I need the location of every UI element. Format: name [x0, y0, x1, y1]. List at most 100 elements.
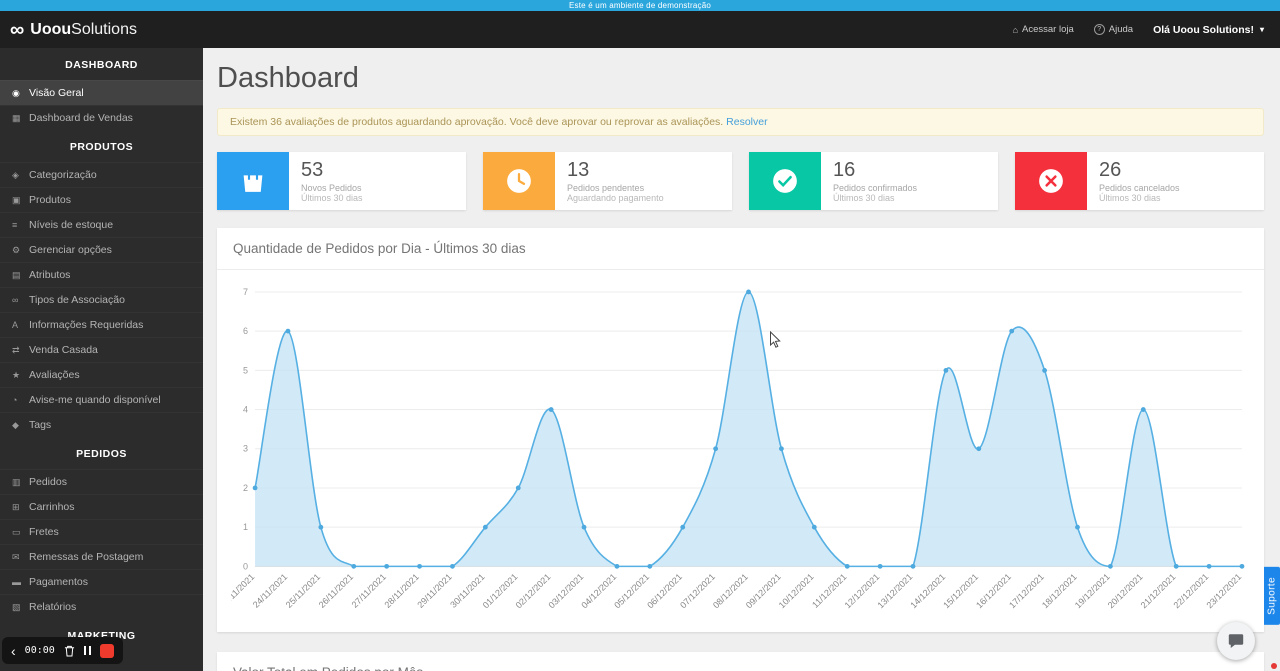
monthly-total-title: Valor Total em Pedidos por Mês	[217, 652, 1264, 671]
svg-text:1: 1	[243, 522, 248, 532]
svg-text:29/11/2021: 29/11/2021	[415, 572, 454, 610]
collapse-chevron-icon[interactable]: ‹	[11, 644, 16, 658]
stat-sublabel: Últimos 30 dias	[301, 193, 363, 203]
sidebar-item-label: Categorização	[29, 169, 97, 181]
sidebar-item-relatorios[interactable]: ▧Relatórios	[0, 594, 203, 619]
sidebar-item-atributos[interactable]: ▤Atributos	[0, 262, 203, 287]
svg-text:0: 0	[243, 561, 248, 571]
list-icon: ▤	[12, 270, 29, 281]
user-menu[interactable]: Olá Uoou Solutions! ▾	[1153, 24, 1264, 36]
stat-value: 26	[1099, 159, 1180, 182]
sidebar-item-tags[interactable]: ◆Tags	[0, 412, 203, 437]
sidebar-item-pagamentos[interactable]: ▬Pagamentos	[0, 569, 203, 594]
tag-icon: ◆	[12, 420, 29, 431]
chart-icon: ▦	[12, 113, 29, 124]
sidebar-item-dashboard-de-vendas[interactable]: ▦Dashboard de Vendas	[0, 105, 203, 130]
svg-text:4: 4	[243, 405, 248, 415]
sidebar-item-fretes[interactable]: ▭Fretes	[0, 519, 203, 544]
logo-text: UoouSolutions	[30, 21, 137, 39]
sidebar-item-label: Relatórios	[29, 601, 76, 613]
sidebar-item-informacoes-requeridas[interactable]: AInformações Requeridas	[0, 312, 203, 337]
sidebar-item-label: Dashboard de Vendas	[29, 112, 133, 124]
cart-icon: ⊞	[12, 502, 29, 513]
sidebar-item-gerenciar-opcoes[interactable]: ⚙Gerenciar opções	[0, 237, 203, 262]
header-actions: ⌂ Acessar loja ? Ajuda Olá Uoou Solution…	[1013, 24, 1264, 36]
main-content: Dashboard Existem 36 avaliações de produ…	[203, 48, 1280, 671]
clipboard-icon: ▥	[12, 477, 29, 488]
eye-icon: ◉	[12, 88, 29, 99]
user-greeting: Olá Uoou Solutions!	[1153, 24, 1254, 36]
chat-widget-button[interactable]	[1217, 622, 1255, 660]
stat-label: Novos Pedidos	[301, 183, 363, 193]
svg-text:3: 3	[243, 444, 248, 454]
chat-icon	[1227, 632, 1245, 650]
app-header: ∞ UoouSolutions ⌂ Acessar loja ? Ajuda O…	[0, 11, 1280, 48]
font-icon: A	[12, 320, 29, 330]
sidebar-item-label: Avise-me quando disponível	[29, 394, 161, 406]
stat-body: 16Pedidos confirmadosÚltimos 30 dias	[821, 152, 929, 210]
sidebar-section-pedidos: PEDIDOS	[0, 437, 203, 469]
screen-recorder-bar: ‹ 00:00	[2, 637, 123, 664]
svg-text:25/11/2021: 25/11/2021	[284, 572, 323, 610]
pause-recording-button[interactable]	[84, 646, 92, 655]
stat-body: 53Novos PedidosÚltimos 30 dias	[289, 152, 375, 210]
help-link[interactable]: ? Ajuda	[1094, 24, 1133, 35]
sidebar-item-remessas-de-postagem[interactable]: ✉Remessas de Postagem	[0, 544, 203, 569]
sidebar-item-visao-geral[interactable]: ◉Visão Geral	[0, 80, 203, 105]
stat-label: Pedidos pendentes	[567, 183, 664, 193]
sidebar-item-label: Informações Requeridas	[29, 319, 143, 331]
stat-card-pedidos-pendentes: 13Pedidos pendentesAguardando pagamento	[483, 152, 732, 210]
svg-text:5: 5	[243, 365, 248, 375]
sidebar-item-label: Avaliações	[29, 369, 80, 381]
stat-body: 26Pedidos canceladosÚltimos 30 dias	[1087, 152, 1192, 210]
x-circle-icon	[1015, 152, 1087, 210]
sidebar-item-avaliacoes[interactable]: ★Avaliações	[0, 362, 203, 387]
recording-indicator-dot	[1271, 663, 1277, 669]
orders-chart-area: 0123456723/11/202124/11/202125/11/202126…	[217, 270, 1264, 632]
stop-recording-button[interactable]	[100, 644, 114, 658]
support-tab[interactable]: Suporte	[1264, 567, 1280, 625]
sidebar-section-dashboard: DASHBOARD	[0, 48, 203, 80]
sidebar-item-avise-me-quando-disponivel[interactable]: ◔Avise-me quando disponível	[0, 387, 203, 412]
sidebar-item-tipos-de-associacao[interactable]: ∞Tipos de Associação	[0, 287, 203, 312]
sidebar-item-label: Venda Casada	[29, 344, 98, 356]
svg-text:10/12/2021: 10/12/2021	[777, 572, 816, 611]
sidebar-item-label: Visão Geral	[29, 87, 84, 99]
sidebar-item-carrinhos[interactable]: ⊞Carrinhos	[0, 494, 203, 519]
check-circle-icon	[749, 152, 821, 210]
stat-value: 53	[301, 159, 363, 182]
stats-row: 53Novos PedidosÚltimos 30 dias13Pedidos …	[217, 152, 1264, 210]
logo[interactable]: ∞ UoouSolutions	[10, 20, 137, 40]
store-icon: ⌂	[1013, 25, 1018, 35]
sidebar-item-produtos[interactable]: ▣Produtos	[0, 187, 203, 212]
svg-text:2: 2	[243, 483, 248, 493]
store-link-label: Acessar loja	[1022, 24, 1074, 35]
sidebar-item-venda-casada[interactable]: ⇄Venda Casada	[0, 337, 203, 362]
gear-icon: ⚙	[12, 245, 29, 256]
resolver-link[interactable]: Resolver	[726, 116, 767, 128]
clock-icon: ◔	[12, 395, 29, 405]
clock-icon	[483, 152, 555, 210]
svg-text:26/11/2021: 26/11/2021	[317, 572, 356, 610]
layers-icon: ≡	[12, 220, 29, 230]
uoou-logo-icon: ∞	[10, 20, 24, 40]
chevron-down-icon: ▾	[1260, 25, 1264, 34]
card-icon: ▬	[12, 577, 29, 587]
sidebar-item-label: Pagamentos	[29, 576, 88, 588]
shuffle-icon: ⇄	[12, 345, 29, 356]
sidebar-item-niveis-de-estoque[interactable]: ≡Níveis de estoque	[0, 212, 203, 237]
sidebar-item-categorizacao[interactable]: ◈Categorização	[0, 162, 203, 187]
svg-text:28/11/2021: 28/11/2021	[382, 572, 421, 610]
help-link-label: Ajuda	[1109, 24, 1133, 35]
app-body: DASHBOARD◉Visão Geral▦Dashboard de Venda…	[0, 48, 1280, 671]
mail-icon: ✉	[12, 552, 29, 563]
svg-text:24/11/2021: 24/11/2021	[251, 572, 290, 610]
svg-text:27/11/2021: 27/11/2021	[350, 572, 389, 610]
box-icon: ▣	[12, 195, 29, 206]
delete-recording-button[interactable]	[64, 645, 75, 657]
sidebar-item-pedidos[interactable]: ▥Pedidos	[0, 469, 203, 494]
store-link[interactable]: ⌂ Acessar loja	[1013, 24, 1074, 35]
orders-per-day-card: Quantidade de Pedidos por Dia - Últimos …	[217, 228, 1264, 632]
sidebar-item-label: Pedidos	[29, 476, 67, 488]
stat-sublabel: Últimos 30 dias	[833, 193, 917, 203]
